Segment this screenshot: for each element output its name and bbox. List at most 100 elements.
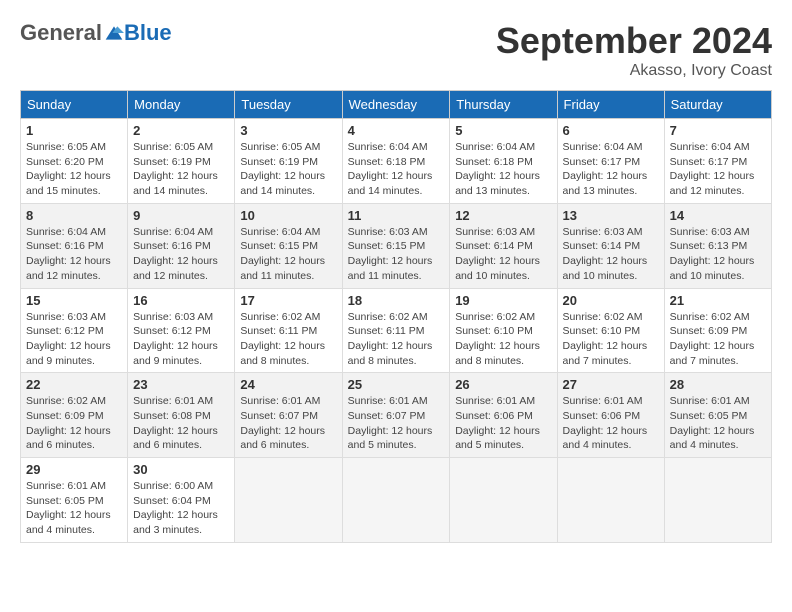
calendar-cell: 17 Sunrise: 6:02 AM Sunset: 6:11 PM Dayl…: [235, 288, 342, 373]
day-info: Sunrise: 6:05 AM Sunset: 6:19 PM Dayligh…: [133, 140, 229, 199]
day-number: 19: [455, 293, 551, 308]
day-number: 23: [133, 377, 229, 392]
calendar-cell: 23 Sunrise: 6:01 AM Sunset: 6:08 PM Dayl…: [128, 373, 235, 458]
calendar-week-row: 22 Sunrise: 6:02 AM Sunset: 6:09 PM Dayl…: [21, 373, 772, 458]
day-info: Sunrise: 6:05 AM Sunset: 6:20 PM Dayligh…: [26, 140, 122, 199]
calendar-week-row: 1 Sunrise: 6:05 AM Sunset: 6:20 PM Dayli…: [21, 119, 772, 204]
calendar-cell: [235, 458, 342, 543]
day-number: 29: [26, 462, 122, 477]
column-header-sunday: Sunday: [21, 91, 128, 119]
day-info: Sunrise: 6:04 AM Sunset: 6:18 PM Dayligh…: [455, 140, 551, 199]
calendar-cell: [450, 458, 557, 543]
month-title: September 2024: [496, 20, 772, 62]
column-header-tuesday: Tuesday: [235, 91, 342, 119]
day-info: Sunrise: 6:01 AM Sunset: 6:07 PM Dayligh…: [348, 394, 445, 453]
calendar-cell: 1 Sunrise: 6:05 AM Sunset: 6:20 PM Dayli…: [21, 119, 128, 204]
page-header: General Blue September 2024 Akasso, Ivor…: [20, 20, 772, 80]
day-info: Sunrise: 6:04 AM Sunset: 6:17 PM Dayligh…: [563, 140, 659, 199]
calendar-cell: 3 Sunrise: 6:05 AM Sunset: 6:19 PM Dayli…: [235, 119, 342, 204]
day-info: Sunrise: 6:01 AM Sunset: 6:05 PM Dayligh…: [670, 394, 766, 453]
day-info: Sunrise: 6:03 AM Sunset: 6:14 PM Dayligh…: [563, 225, 659, 284]
logo-icon: [104, 23, 124, 43]
calendar-cell: 24 Sunrise: 6:01 AM Sunset: 6:07 PM Dayl…: [235, 373, 342, 458]
calendar-cell: 20 Sunrise: 6:02 AM Sunset: 6:10 PM Dayl…: [557, 288, 664, 373]
day-info: Sunrise: 6:04 AM Sunset: 6:17 PM Dayligh…: [670, 140, 766, 199]
day-number: 3: [240, 123, 336, 138]
day-info: Sunrise: 6:02 AM Sunset: 6:09 PM Dayligh…: [26, 394, 122, 453]
day-number: 6: [563, 123, 659, 138]
day-info: Sunrise: 6:05 AM Sunset: 6:19 PM Dayligh…: [240, 140, 336, 199]
calendar-cell: 13 Sunrise: 6:03 AM Sunset: 6:14 PM Dayl…: [557, 203, 664, 288]
day-number: 21: [670, 293, 766, 308]
day-info: Sunrise: 6:03 AM Sunset: 6:13 PM Dayligh…: [670, 225, 766, 284]
day-number: 20: [563, 293, 659, 308]
calendar-cell: 25 Sunrise: 6:01 AM Sunset: 6:07 PM Dayl…: [342, 373, 450, 458]
day-number: 16: [133, 293, 229, 308]
day-number: 8: [26, 208, 122, 223]
day-number: 1: [26, 123, 122, 138]
column-header-saturday: Saturday: [664, 91, 771, 119]
day-info: Sunrise: 6:03 AM Sunset: 6:12 PM Dayligh…: [133, 310, 229, 369]
day-number: 2: [133, 123, 229, 138]
day-info: Sunrise: 6:04 AM Sunset: 6:18 PM Dayligh…: [348, 140, 445, 199]
day-info: Sunrise: 6:03 AM Sunset: 6:12 PM Dayligh…: [26, 310, 122, 369]
day-info: Sunrise: 6:00 AM Sunset: 6:04 PM Dayligh…: [133, 479, 229, 538]
calendar-cell: 14 Sunrise: 6:03 AM Sunset: 6:13 PM Dayl…: [664, 203, 771, 288]
calendar-cell: 29 Sunrise: 6:01 AM Sunset: 6:05 PM Dayl…: [21, 458, 128, 543]
calendar-cell: 26 Sunrise: 6:01 AM Sunset: 6:06 PM Dayl…: [450, 373, 557, 458]
day-info: Sunrise: 6:02 AM Sunset: 6:11 PM Dayligh…: [240, 310, 336, 369]
calendar-cell: 21 Sunrise: 6:02 AM Sunset: 6:09 PM Dayl…: [664, 288, 771, 373]
location: Akasso, Ivory Coast: [496, 62, 772, 80]
column-header-friday: Friday: [557, 91, 664, 119]
logo-general-text: General: [20, 20, 102, 46]
calendar-cell: 19 Sunrise: 6:02 AM Sunset: 6:10 PM Dayl…: [450, 288, 557, 373]
day-number: 10: [240, 208, 336, 223]
day-number: 14: [670, 208, 766, 223]
calendar-cell: 12 Sunrise: 6:03 AM Sunset: 6:14 PM Dayl…: [450, 203, 557, 288]
day-info: Sunrise: 6:03 AM Sunset: 6:15 PM Dayligh…: [348, 225, 445, 284]
day-info: Sunrise: 6:01 AM Sunset: 6:07 PM Dayligh…: [240, 394, 336, 453]
column-header-wednesday: Wednesday: [342, 91, 450, 119]
calendar-cell: 15 Sunrise: 6:03 AM Sunset: 6:12 PM Dayl…: [21, 288, 128, 373]
calendar-cell: 8 Sunrise: 6:04 AM Sunset: 6:16 PM Dayli…: [21, 203, 128, 288]
calendar-cell: 11 Sunrise: 6:03 AM Sunset: 6:15 PM Dayl…: [342, 203, 450, 288]
calendar-week-row: 15 Sunrise: 6:03 AM Sunset: 6:12 PM Dayl…: [21, 288, 772, 373]
day-number: 18: [348, 293, 445, 308]
calendar-header-row: SundayMondayTuesdayWednesdayThursdayFrid…: [21, 91, 772, 119]
calendar-cell: 27 Sunrise: 6:01 AM Sunset: 6:06 PM Dayl…: [557, 373, 664, 458]
day-number: 7: [670, 123, 766, 138]
day-number: 12: [455, 208, 551, 223]
title-block: September 2024 Akasso, Ivory Coast: [496, 20, 772, 80]
day-number: 26: [455, 377, 551, 392]
calendar-cell: 28 Sunrise: 6:01 AM Sunset: 6:05 PM Dayl…: [664, 373, 771, 458]
calendar-cell: 16 Sunrise: 6:03 AM Sunset: 6:12 PM Dayl…: [128, 288, 235, 373]
day-number: 13: [563, 208, 659, 223]
calendar-cell: 7 Sunrise: 6:04 AM Sunset: 6:17 PM Dayli…: [664, 119, 771, 204]
day-info: Sunrise: 6:02 AM Sunset: 6:10 PM Dayligh…: [563, 310, 659, 369]
calendar-cell: 22 Sunrise: 6:02 AM Sunset: 6:09 PM Dayl…: [21, 373, 128, 458]
day-number: 30: [133, 462, 229, 477]
column-header-monday: Monday: [128, 91, 235, 119]
day-number: 4: [348, 123, 445, 138]
calendar-cell: 9 Sunrise: 6:04 AM Sunset: 6:16 PM Dayli…: [128, 203, 235, 288]
day-info: Sunrise: 6:01 AM Sunset: 6:08 PM Dayligh…: [133, 394, 229, 453]
day-info: Sunrise: 6:02 AM Sunset: 6:09 PM Dayligh…: [670, 310, 766, 369]
day-info: Sunrise: 6:03 AM Sunset: 6:14 PM Dayligh…: [455, 225, 551, 284]
calendar-cell: 18 Sunrise: 6:02 AM Sunset: 6:11 PM Dayl…: [342, 288, 450, 373]
day-info: Sunrise: 6:02 AM Sunset: 6:11 PM Dayligh…: [348, 310, 445, 369]
day-number: 27: [563, 377, 659, 392]
calendar-cell: [664, 458, 771, 543]
day-info: Sunrise: 6:01 AM Sunset: 6:06 PM Dayligh…: [563, 394, 659, 453]
calendar-table: SundayMondayTuesdayWednesdayThursdayFrid…: [20, 90, 772, 543]
day-number: 22: [26, 377, 122, 392]
calendar-cell: 10 Sunrise: 6:04 AM Sunset: 6:15 PM Dayl…: [235, 203, 342, 288]
calendar-cell: 6 Sunrise: 6:04 AM Sunset: 6:17 PM Dayli…: [557, 119, 664, 204]
day-info: Sunrise: 6:04 AM Sunset: 6:16 PM Dayligh…: [133, 225, 229, 284]
day-number: 11: [348, 208, 445, 223]
day-number: 28: [670, 377, 766, 392]
day-number: 25: [348, 377, 445, 392]
calendar-week-row: 8 Sunrise: 6:04 AM Sunset: 6:16 PM Dayli…: [21, 203, 772, 288]
day-info: Sunrise: 6:04 AM Sunset: 6:15 PM Dayligh…: [240, 225, 336, 284]
calendar-cell: [557, 458, 664, 543]
calendar-cell: 4 Sunrise: 6:04 AM Sunset: 6:18 PM Dayli…: [342, 119, 450, 204]
